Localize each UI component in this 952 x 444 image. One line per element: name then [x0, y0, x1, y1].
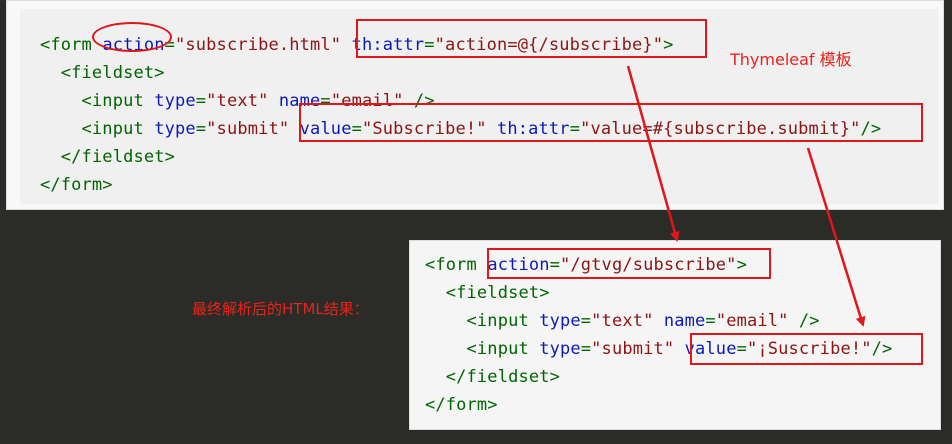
- arrow-to-result-value: [806, 147, 866, 327]
- arrow-to-result-action: [626, 65, 680, 242]
- annotation-arrows: [626, 65, 866, 327]
